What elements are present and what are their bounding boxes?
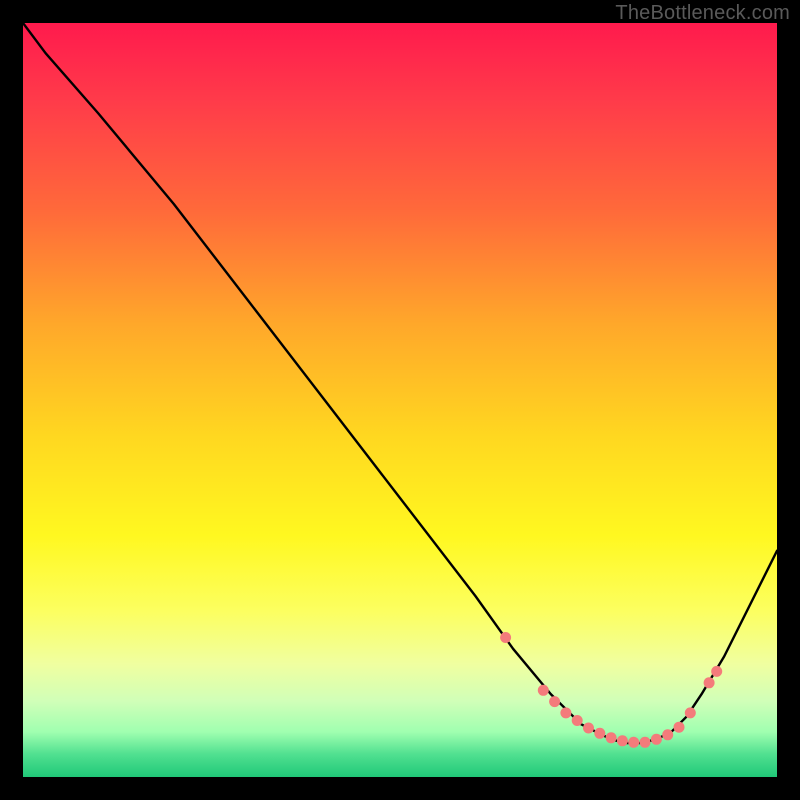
highlight-dot bbox=[651, 734, 662, 745]
plot-area bbox=[23, 23, 777, 777]
highlight-dot bbox=[704, 677, 715, 688]
highlight-dot bbox=[572, 715, 583, 726]
highlight-dot bbox=[500, 632, 511, 643]
highlight-dot bbox=[606, 732, 617, 743]
highlight-dot bbox=[617, 735, 628, 746]
highlight-dot bbox=[583, 723, 594, 734]
highlight-dot bbox=[538, 685, 549, 696]
highlight-dots-group bbox=[500, 632, 722, 748]
highlight-dot bbox=[685, 707, 696, 718]
highlight-dot bbox=[594, 728, 605, 739]
watermark-text: TheBottleneck.com bbox=[615, 2, 790, 25]
highlight-dot bbox=[674, 722, 685, 733]
highlight-dot bbox=[628, 737, 639, 748]
curve-layer bbox=[23, 23, 777, 777]
highlight-dot bbox=[662, 729, 673, 740]
highlight-dot bbox=[560, 707, 571, 718]
chart-frame: TheBottleneck.com bbox=[0, 0, 800, 800]
bottleneck-curve-path bbox=[23, 23, 777, 743]
highlight-dot bbox=[549, 696, 560, 707]
highlight-dot bbox=[711, 666, 722, 677]
highlight-dot bbox=[640, 737, 651, 748]
